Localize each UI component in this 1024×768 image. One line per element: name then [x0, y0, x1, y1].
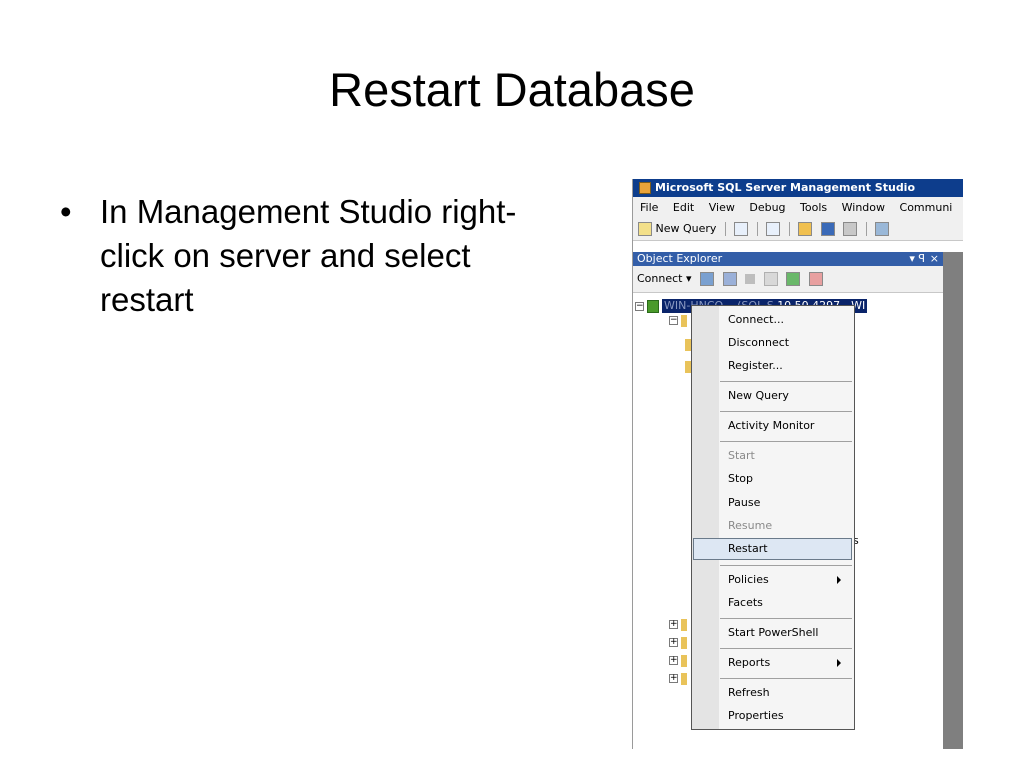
menu-separator [720, 411, 852, 412]
menu-item-policies[interactable]: Policies [728, 572, 769, 588]
menu-view[interactable]: View [709, 197, 735, 218]
menu-separator [720, 381, 852, 382]
object-explorer-title: Object Explorer [637, 252, 723, 265]
expand-icon[interactable]: + [669, 674, 678, 683]
menu-item-start: Start [728, 449, 755, 462]
object-explorer-header: Object Explorer ▾ ꟼ × [633, 252, 943, 266]
bullet-text: In Management Studio right-click on serv… [100, 193, 517, 318]
menu-separator [720, 565, 852, 566]
expand-icon[interactable]: + [669, 656, 678, 665]
expand-icon[interactable]: + [669, 620, 678, 629]
menu-tools[interactable]: Tools [800, 197, 827, 218]
toolbar-separator [865, 222, 867, 236]
bullet-dot-icon: • [60, 193, 72, 230]
open-folder-icon[interactable] [798, 222, 813, 236]
new-file-icon[interactable] [734, 222, 749, 236]
menu-file[interactable]: File [640, 197, 658, 218]
pin-icon[interactable]: ▾ ꟼ [909, 252, 925, 266]
activity-icon[interactable] [875, 222, 890, 236]
window-titlebar: Microsoft SQL Server Management Studio [633, 179, 963, 197]
menu-item-facets[interactable]: Facets [728, 595, 763, 611]
folder-icon [681, 637, 687, 649]
expand-icon[interactable]: + [669, 638, 678, 647]
collapse-icon[interactable]: − [669, 316, 678, 325]
toolbar-separator [724, 222, 726, 236]
submenu-arrow-icon [837, 576, 841, 584]
folder-icon [681, 673, 687, 685]
ssms-app-icon [639, 182, 651, 194]
close-icon[interactable]: × [930, 252, 939, 266]
main-toolbar: New Query [633, 218, 963, 241]
context-menu-gutter [692, 306, 719, 729]
menu-item-stop[interactable]: Stop [728, 471, 753, 487]
tree-node[interactable]: + [669, 637, 687, 649]
bullet-item: • In Management Studio right-click on se… [60, 190, 560, 322]
menu-item-pause[interactable]: Pause [728, 495, 760, 511]
menu-separator [720, 441, 852, 442]
tree-node[interactable]: + [669, 619, 687, 631]
print-icon[interactable] [843, 222, 858, 236]
sync-icon[interactable] [808, 272, 823, 286]
menu-separator [720, 678, 852, 679]
new-query-icon[interactable] [638, 222, 652, 236]
folder-icon [681, 655, 687, 667]
stop-icon[interactable] [745, 274, 756, 284]
bullet-list: • In Management Studio right-click on se… [60, 190, 560, 322]
submenu-arrow-icon [837, 659, 841, 667]
menu-item-connect[interactable]: Connect... [728, 312, 784, 328]
toolbar-separator [756, 222, 758, 236]
new-project-icon[interactable] [766, 222, 781, 236]
menu-item-highlight [693, 538, 852, 560]
disconnect-icon[interactable] [722, 272, 737, 286]
new-query-button[interactable]: New Query [656, 222, 717, 235]
object-explorer-toolbar: Connect ▾ [633, 266, 943, 293]
folder-icon [681, 619, 687, 631]
window-title: Microsoft SQL Server Management Studio [655, 181, 916, 194]
save-icon[interactable] [820, 222, 835, 236]
tree-node[interactable]: − [669, 315, 687, 327]
vertical-scrollbar[interactable] [943, 252, 963, 749]
server-icon [647, 299, 659, 313]
menu-item-disconnect[interactable]: Disconnect [728, 335, 789, 351]
folder-icon [681, 315, 687, 327]
menu-debug[interactable]: Debug [749, 197, 785, 218]
toolbar-separator [788, 222, 790, 236]
menu-item-properties[interactable]: Properties [728, 708, 784, 724]
menu-item-activity-monitor[interactable]: Activity Monitor [728, 418, 814, 434]
menu-community[interactable]: Communi [900, 197, 953, 218]
menu-window[interactable]: Window [842, 197, 885, 218]
menu-item-register[interactable]: Register... [728, 358, 783, 374]
collapse-icon[interactable]: − [635, 301, 644, 311]
menu-bar: File Edit View Debug Tools Window Commun… [633, 197, 963, 218]
menu-separator [720, 618, 852, 619]
menu-item-start-powershell[interactable]: Start PowerShell [728, 625, 818, 641]
tree-node[interactable]: + [669, 673, 687, 685]
menu-item-refresh[interactable]: Refresh [728, 685, 770, 701]
menu-edit[interactable]: Edit [673, 197, 694, 218]
filter-icon[interactable] [763, 272, 778, 286]
menu-item-resume: Resume [728, 519, 773, 532]
connect-button[interactable]: Connect ▾ [637, 272, 692, 285]
menu-item-restart[interactable]: Restart [728, 541, 768, 557]
connect-server-icon[interactable] [700, 272, 715, 286]
slide-title: Restart Database [329, 63, 695, 116]
refresh-icon[interactable] [786, 272, 801, 286]
menu-separator [720, 648, 852, 649]
tree-node[interactable]: + [669, 655, 687, 667]
menu-item-reports[interactable]: Reports [728, 655, 770, 671]
menu-item-new-query[interactable]: New Query [728, 388, 789, 404]
server-context-menu: Connect... Disconnect Register... New Qu… [691, 305, 855, 730]
